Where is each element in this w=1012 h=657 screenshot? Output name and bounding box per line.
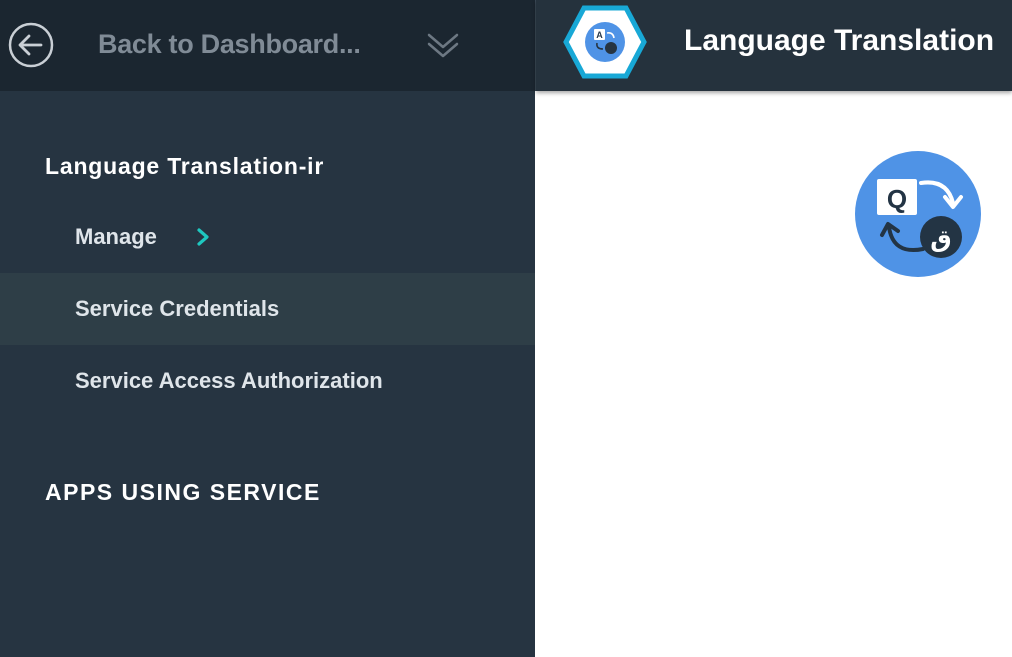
sidebar: Back to Dashboard... Language Translatio…	[0, 0, 535, 657]
sidebar-header: Back to Dashboard...	[0, 0, 535, 91]
service-name-heading: Language Translation-ir	[45, 153, 325, 179]
apps-using-service-heading: APPS USING SERVICE	[45, 479, 321, 505]
back-to-dashboard-link[interactable]: Back to Dashboard...	[98, 29, 361, 60]
source-glyph: Q	[887, 184, 907, 214]
language-translation-hex-icon: A	[563, 5, 647, 79]
nav-item-label: Manage	[75, 224, 157, 249]
chevron-right-icon	[197, 228, 209, 246]
svg-text:A: A	[596, 30, 603, 40]
back-arrow-icon[interactable]	[8, 22, 54, 68]
target-glyph: ق	[930, 225, 951, 253]
nav-item-label: Service Credentials	[75, 296, 280, 321]
language-translation-icon: Q ق	[855, 151, 981, 277]
nav-item-service-access-authorization[interactable]: Service Access Authorization	[0, 345, 535, 417]
page-title: Language Translation	[684, 24, 995, 57]
nav-item-label: Service Access Authorization	[75, 368, 383, 393]
double-chevron-down-icon[interactable]	[426, 30, 460, 60]
nav-item-manage[interactable]: Manage	[0, 201, 535, 273]
nav-item-service-credentials[interactable]: Service Credentials	[0, 273, 535, 345]
